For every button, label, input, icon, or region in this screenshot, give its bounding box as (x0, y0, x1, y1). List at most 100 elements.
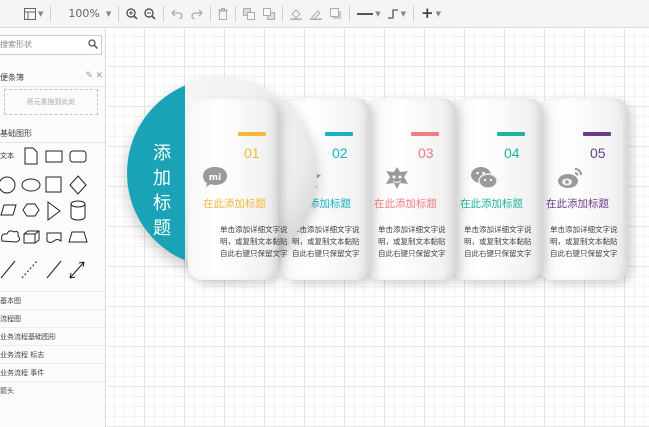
diagram-title: 添 加 标 题 (153, 143, 171, 239)
zoom-out-icon (144, 7, 156, 20)
square-shape (45, 176, 62, 193)
line-style-select[interactable]: ▼ (357, 4, 381, 24)
step-description[interactable]: 单击添加详细文字说 明，或复制文本黏贴 自此右键只保留文字 (220, 224, 298, 260)
step-card-4[interactable]: 04 在此添加标题 单击添加详细文字说 明，或复制文本黏贴 自此右键只保留文字 (452, 98, 542, 280)
scratchpad-header[interactable]: 便条簿 ✎ ✕ (0, 69, 105, 87)
zoom-in-button[interactable] (126, 4, 138, 24)
step-number: 04 (504, 145, 520, 161)
sidebar-item-label: 业务流程 标志 (0, 351, 45, 359)
step-description[interactable]: 单击添加详细文字说 明，或复制文本黏贴 自此右键只保留文字 (550, 224, 628, 260)
svg-text:mi: mi (209, 173, 221, 183)
weibo-icon (556, 166, 584, 193)
cube-shape (23, 230, 40, 244)
connector-icon (387, 8, 398, 19)
line-style-icon (357, 12, 374, 15)
step-card-3[interactable]: 03 在此添加标题 单击添加详细文字说 明，或复制文本黏贴 自此右键只保留文字 (366, 98, 456, 280)
scratchpad-dropzone[interactable]: 将元素拖到此处 (4, 89, 98, 115)
accent-bar (411, 132, 439, 136)
chevron-down-icon: ▼ (400, 9, 407, 18)
sidebar-item-flowchart[interactable]: 流程图 (0, 309, 105, 327)
step-heading[interactable]: 在此添加标题 (460, 196, 540, 211)
redo-button[interactable] (191, 4, 204, 24)
step-description[interactable]: 单击添加详细文字说 明，或复制文本黏贴 自此右键只保留文字 (292, 224, 370, 260)
general-shapes-header[interactable]: 基础图形 (0, 125, 105, 143)
fill-color-button[interactable] (290, 4, 303, 24)
step-heading[interactable]: 在此添加标题 (374, 196, 454, 211)
directional-line-shape (46, 260, 62, 279)
shapes-sidebar: 搜索形状 便条簿 ✎ ✕ 将元素拖到此处 基础图形 文本 基本图 流程图 业务流… (0, 29, 106, 427)
ellipse-shape (21, 178, 41, 192)
scratchpad-title: 便条簿 (0, 73, 24, 82)
layout-icon (24, 7, 36, 20)
parallelogram-shape (0, 204, 17, 216)
toolbar: ▼ 100% ▼ ▼ ▼ + ▼ (0, 0, 649, 28)
delete-button[interactable] (218, 4, 229, 24)
zoom-out-button[interactable] (144, 4, 156, 24)
waypoints-select[interactable]: ▼ (387, 4, 406, 24)
step-number: 03 (418, 145, 434, 161)
undo-icon (171, 9, 183, 19)
wechat-icon (470, 166, 498, 193)
star-face-icon (384, 166, 410, 193)
trash-icon (218, 7, 229, 20)
chevron-down-icon: ▼ (38, 9, 44, 18)
plus-icon: + (421, 4, 434, 22)
to-back-button[interactable] (263, 4, 276, 24)
chevron-down-icon: ▼ (435, 9, 441, 18)
search-icon[interactable] (88, 39, 98, 49)
bring-front-icon (243, 7, 256, 20)
trapezoid-shape (68, 231, 88, 243)
shadow-button[interactable] (330, 4, 342, 24)
step-number: 02 (332, 145, 348, 161)
triangle-shape (47, 201, 61, 221)
step-heading[interactable]: 在此添加标题 (546, 196, 626, 211)
sidebar-item-bpmn-general[interactable]: 业务流程基础图形 (0, 327, 105, 345)
step-description[interactable]: 单击添加详细文字说 明，或复制文本黏贴 自此右键只保留文字 (378, 224, 456, 260)
edit-icon[interactable]: ✎ (85, 71, 93, 81)
scratchpad-hint: 将元素拖到此处 (26, 98, 76, 106)
accent-bar (238, 132, 266, 136)
shape-palette: 文本 (0, 147, 88, 279)
accent-bar (497, 132, 525, 136)
step-description[interactable]: 单击添加详细文字说 明，或复制文本黏贴 自此右键只保留文字 (464, 224, 542, 260)
close-icon[interactable]: ✕ (95, 71, 103, 81)
line-shape (0, 260, 16, 279)
search-input[interactable]: 搜索形状 (0, 35, 102, 55)
insert-button[interactable]: + ▼ (421, 4, 441, 24)
text-shape: 文本 (0, 151, 14, 160)
to-front-button[interactable] (243, 4, 256, 24)
line-color-button[interactable] (310, 4, 323, 24)
sidebar-item-basic[interactable]: 基本图 (0, 291, 105, 309)
sidebar-item-arrows[interactable]: 箭头 (0, 381, 105, 399)
step-card-5[interactable]: 05 在此添加标题 单击添加详细文字说 明，或复制文本黏贴 自此右键只保留文字 (538, 98, 628, 280)
step-heading[interactable]: 在此添加标题 (203, 196, 275, 211)
rounded-rectangle-shape (69, 150, 87, 163)
zoom-select[interactable]: 100% ▼ (68, 4, 111, 24)
shadow-icon (330, 7, 342, 19)
mi-icon: mi (202, 166, 228, 191)
search-placeholder: 搜索形状 (0, 40, 32, 49)
rectangle-shape (45, 150, 63, 163)
paint-bucket-icon (290, 8, 303, 20)
bidirectional-arrow-shape (69, 261, 85, 279)
note-shape (24, 147, 38, 165)
cloud-shape (1, 230, 21, 243)
format-panel-button[interactable]: ▼ (24, 4, 43, 24)
pencil-icon (310, 9, 323, 20)
sidebar-item-bpmn-events[interactable]: 业务流程 事件 (0, 363, 105, 381)
circle-shape (0, 176, 16, 194)
sidebar-item-bpmn-markers[interactable]: 业务流程 标志 (0, 345, 105, 363)
cylinder-shape (70, 200, 86, 221)
accent-bar (583, 132, 611, 136)
chevron-down-icon: ▼ (105, 9, 112, 18)
step-number: 05 (590, 145, 606, 161)
undo-button[interactable] (171, 4, 183, 24)
chevron-down-icon: ▼ (375, 9, 381, 18)
sidebar-item-label: 业务流程 事件 (0, 369, 45, 377)
redo-icon (191, 9, 204, 19)
step-card-1[interactable]: 01 mi 在此添加标题 单击添加详细文字说 明，或复制文本黏贴 自此右键只保留… (188, 98, 288, 280)
diamond-shape (69, 175, 87, 195)
hexagon-shape (22, 203, 40, 217)
step-number: 01 (244, 145, 260, 161)
sidebar-item-label: 流程图 (0, 315, 21, 323)
